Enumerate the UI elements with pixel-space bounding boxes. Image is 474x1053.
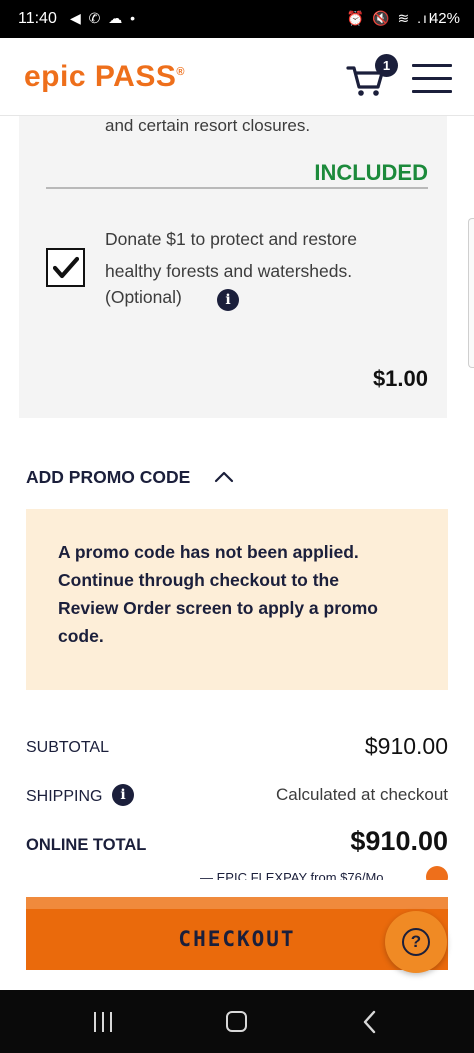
shipping-info-icon[interactable]: i bbox=[112, 784, 134, 806]
help-button[interactable]: ? bbox=[385, 911, 447, 973]
add-promo-code-toggle[interactable]: ADD PROMO CODE bbox=[26, 467, 234, 488]
online-total-value: $910.00 bbox=[350, 826, 448, 856]
status-bar: 11:40 ◀ ✆ ☁ • ⏰ 🔇 ≋ .ıl 42% bbox=[0, 0, 474, 38]
divider bbox=[46, 187, 428, 189]
checkmark-icon bbox=[53, 256, 79, 279]
coverage-note: and certain resort closures. bbox=[105, 116, 311, 135]
optional-label: (Optional) bbox=[105, 287, 182, 307]
flexpay-text: — EPIC FLEXPAY from $76/Mo bbox=[200, 870, 384, 880]
epic-pass-logo[interactable]: epic PASS® bbox=[24, 60, 185, 94]
status-time: 11:40 bbox=[18, 10, 57, 27]
optional-row: (Optional) i bbox=[105, 287, 239, 311]
registered-mark: ® bbox=[176, 66, 185, 78]
back-icon[interactable] bbox=[362, 1009, 378, 1035]
donate-description: Donate $1 to protect and restore healthy… bbox=[105, 229, 357, 281]
donate-checkbox[interactable] bbox=[46, 248, 85, 287]
system-icons: ⏰ 🔇 ≋ .ıl bbox=[346, 10, 434, 26]
info-icon[interactable]: i bbox=[217, 289, 239, 311]
battery-level: 42% bbox=[429, 10, 460, 27]
included-label: INCLUDED bbox=[314, 160, 428, 185]
donation-card: and certain resort closures. INCLUDED Do… bbox=[19, 116, 447, 418]
android-nav-bar bbox=[0, 990, 474, 1053]
question-icon: ? bbox=[402, 928, 430, 956]
site-header: epic PASS® 1 bbox=[0, 38, 474, 116]
subtotal-value: $910.00 bbox=[364, 733, 448, 759]
promo-notice: A promo code has not been applied. Conti… bbox=[26, 509, 448, 690]
cart-count-badge: 1 bbox=[375, 54, 398, 77]
scrollbar-handle[interactable] bbox=[468, 218, 474, 368]
subtotal-label: SUBTOTAL bbox=[26, 739, 109, 756]
home-icon[interactable] bbox=[226, 1011, 247, 1032]
hamburger-menu-icon[interactable] bbox=[412, 64, 452, 94]
flexpay-info-icon[interactable] bbox=[426, 866, 448, 880]
promo-toggle-label: ADD PROMO CODE bbox=[26, 467, 191, 487]
shipping-value: Calculated at checkout bbox=[276, 785, 448, 804]
notification-icons: ◀ ✆ ☁ • bbox=[70, 10, 138, 26]
logo-text: epic PASS bbox=[24, 60, 177, 93]
shipping-label: SHIPPING bbox=[26, 788, 103, 805]
promo-notice-text: A promo code has not been applied. Conti… bbox=[58, 542, 378, 646]
online-total-label: ONLINE TOTAL bbox=[26, 836, 147, 854]
recents-icon[interactable] bbox=[92, 1012, 116, 1032]
chevron-up-icon bbox=[214, 471, 234, 483]
donate-price: $1.00 bbox=[372, 366, 428, 391]
checkout-button[interactable]: CHECKOUT bbox=[26, 897, 448, 970]
